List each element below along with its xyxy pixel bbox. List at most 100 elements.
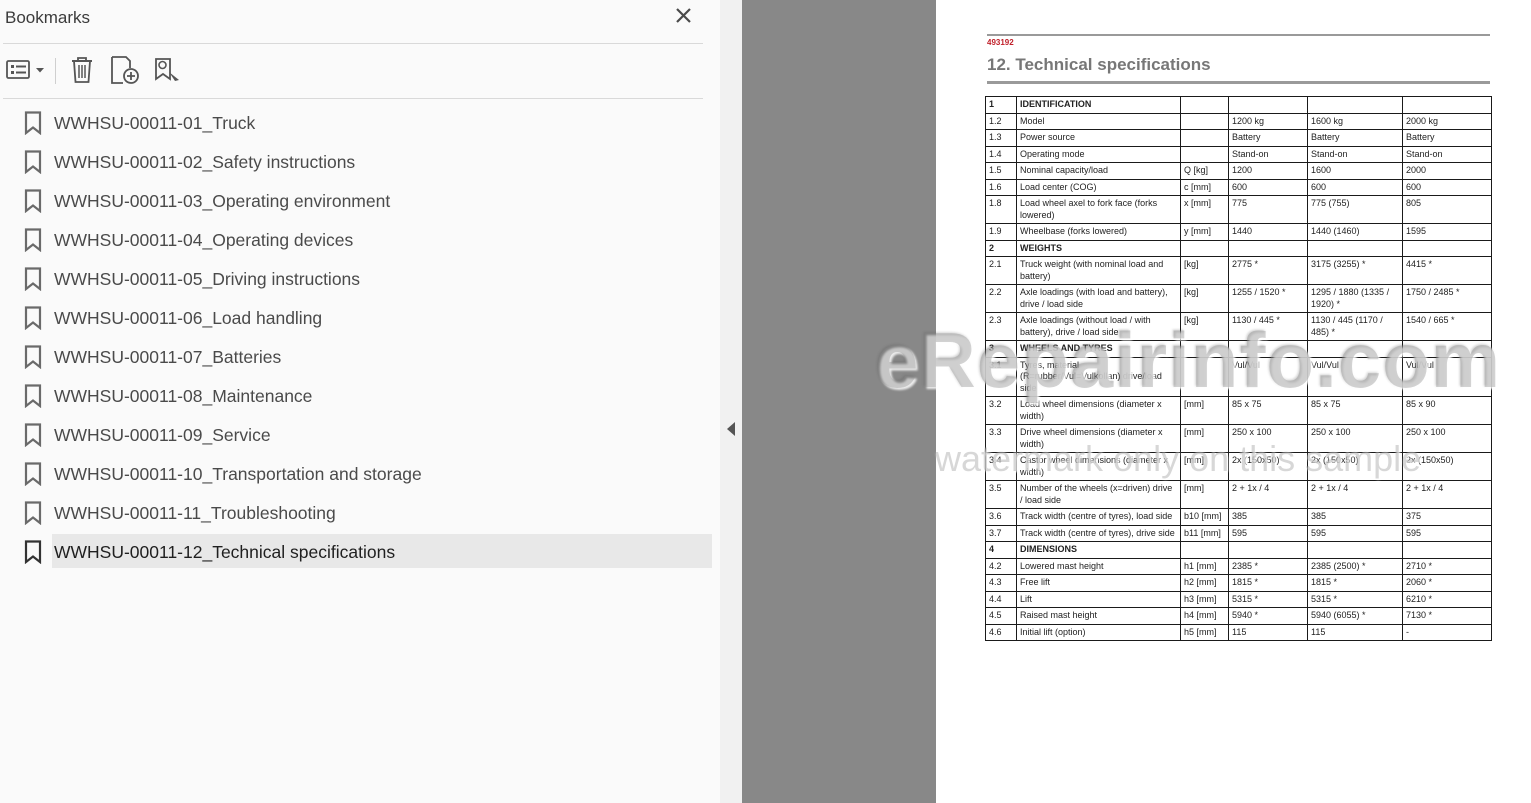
table-cell: b10 [mm] [1180,508,1229,526]
table-cell: 85 x 75 [1228,396,1308,425]
table-cell: 595 [1402,524,1492,542]
table-cell: 3175 (3255) * [1307,256,1403,285]
table-cell: 2060 * [1402,574,1492,592]
table-cell: 1815 * [1228,574,1308,592]
bookmark-icon [24,384,42,408]
table-cell: 600 [1307,178,1403,196]
document-code: 493192 [987,38,1014,47]
table-cell: 5940 (6055) * [1307,607,1403,625]
table-cell [1228,340,1308,358]
table-cell: 1595 [1402,223,1492,241]
table-cell: 2710 * [1402,557,1492,575]
bookmark-item[interactable]: WWHSU-00011-08_Maintenance [0,377,720,416]
bookmark-item[interactable]: WWHSU-00011-01_Truck [0,104,720,143]
table-cell: 4.6 [985,623,1017,641]
table-cell: [kg] [1180,284,1229,313]
table-cell: IDENTIFICATION [1016,96,1181,114]
table-cell: Castor wheel dimensions (diameter x widt… [1016,452,1181,481]
bookmark-label: WWHSU-00011-07_Batteries [54,347,282,367]
table-cell: 2 + 1x / 4 [1402,480,1492,509]
bookmark-item[interactable]: WWHSU-00011-09_Service [0,416,720,455]
table-cell: Load wheel axel to fork face (forks lowe… [1016,195,1181,224]
table-cell: Tyres, material (R=rubber/Vul=Vulkollan)… [1016,356,1181,397]
bookmark-item[interactable]: WWHSU-00011-05_Driving instructions [0,260,720,299]
section-row: 4 DIMENSIONS [985,541,1492,559]
table-cell: 2 [985,239,1017,257]
bookmark-label: WWHSU-00011-02_Safety instructions [54,152,356,172]
trash-icon [72,57,92,83]
table-cell: 1.3 [985,129,1017,147]
table-row: 3.5 Number of the wheels (x=driven) drive… [985,480,1492,509]
table-cell: 1.4 [985,145,1017,163]
table-row: 2.2 Axle loadings (with load and battery)… [985,284,1492,313]
bookmark-item[interactable]: WWHSU-00011-02_Safety instructions [0,143,720,182]
section-row: 3 WHEELS AND TYRES [985,340,1492,358]
table-row: 4.4 Lift h3 [mm] 5315 * 5315 * 6210 * [985,590,1492,608]
table-row: 3.3 Drive wheel dimensions (diameter x wi… [985,424,1492,453]
bookmark-item[interactable]: WWHSU-00011-06_Load handling [0,299,720,338]
table-cell: Stand-on [1402,145,1492,163]
table-cell: 1200 [1228,162,1308,180]
table-row: 1.6 Load center (COG) c [mm] 600 600 600 [985,178,1492,196]
table-cell: 1130 / 445 (1170 / 485) * [1307,312,1403,341]
table-cell: Raised mast height [1016,607,1181,625]
table-cell: 5315 * [1307,590,1403,608]
table-cell: 2 + 1x / 4 [1307,480,1403,509]
table-row: 1.5 Nominal capacity/load Q [kg] 1200 1600 20… [985,162,1492,180]
table-cell: 805 [1402,195,1492,224]
table-cell: 5940 * [1228,607,1308,625]
table-cell: Vul/Vul [1228,356,1308,397]
collapse-panel-button[interactable] [726,421,736,437]
section-row: 1 IDENTIFICATION [985,96,1492,114]
bookmark-item[interactable]: WWHSU-00011-11_Troubleshooting [0,494,720,533]
table-cell [1228,541,1308,559]
panel-splitter[interactable] [720,0,742,803]
delete-bookmark-button[interactable] [66,54,98,86]
new-bookmark-button[interactable] [108,54,140,86]
table-cell: [mm] [1180,424,1229,453]
table-cell: 4.4 [985,590,1017,608]
header-rule [987,34,1490,36]
table-cell: [mm] [1180,452,1229,481]
table-cell: 3.4 [985,452,1017,481]
options-menu-button[interactable] [5,54,47,86]
table-cell: Load wheel dimensions (diameter x width) [1016,396,1181,425]
table-cell: 3.7 [985,524,1017,542]
table-cell: Track width (centre of tyres), load side [1016,508,1181,526]
table-cell: Wheelbase (forks lowered) [1016,223,1181,241]
table-cell: Drive wheel dimensions (diameter x width… [1016,424,1181,453]
table-cell: 1.2 [985,112,1017,130]
table-cell [1402,96,1492,114]
bookmark-item[interactable]: WWHSU-00011-12_Technical specifications [0,533,720,572]
bookmark-icon [24,189,42,213]
bookmark-item[interactable]: WWHSU-00011-07_Batteries [0,338,720,377]
table-cell: Operating mode [1016,145,1181,163]
document-page: 493192 12. Technical specifications 1 IDE… [936,0,1531,803]
table-cell [1180,239,1229,257]
bookmark-item[interactable]: WWHSU-00011-04_Operating devices [0,221,720,260]
table-cell: c [mm] [1180,178,1229,196]
find-current-bookmark-button[interactable] [151,54,183,86]
bookmark-label: WWHSU-00011-11_Troubleshooting [54,503,336,523]
table-cell [1180,541,1229,559]
table-cell: 7130 * [1402,607,1492,625]
document-viewport[interactable]: 493192 12. Technical specifications 1 IDE… [742,0,1531,803]
bookmark-icon [24,150,42,174]
close-panel-button[interactable] [673,5,695,27]
table-cell: h3 [mm] [1180,590,1229,608]
table-cell: 2.2 [985,284,1017,313]
table-cell [1180,129,1229,147]
bookmark-item[interactable]: WWHSU-00011-10_Transportation and storag… [0,455,720,494]
bookmark-item[interactable]: WWHSU-00011-03_Operating environment [0,182,720,221]
page-title: 12. Technical specifications [987,55,1211,74]
table-cell: 2x (150x50) [1228,452,1308,481]
table-cell: 775 (755) [1307,195,1403,224]
table-cell: 1440 [1228,223,1308,241]
table-row: 2.1 Truck weight (with nominal load and b… [985,256,1492,285]
table-row: 1.9 Wheelbase (forks lowered) y [mm] 1440 14… [985,223,1492,241]
table-cell: Battery [1228,129,1308,147]
table-cell: 2.3 [985,312,1017,341]
table-cell: Stand-on [1307,145,1403,163]
table-cell: h4 [mm] [1180,607,1229,625]
panel-title: Bookmarks [5,8,91,27]
